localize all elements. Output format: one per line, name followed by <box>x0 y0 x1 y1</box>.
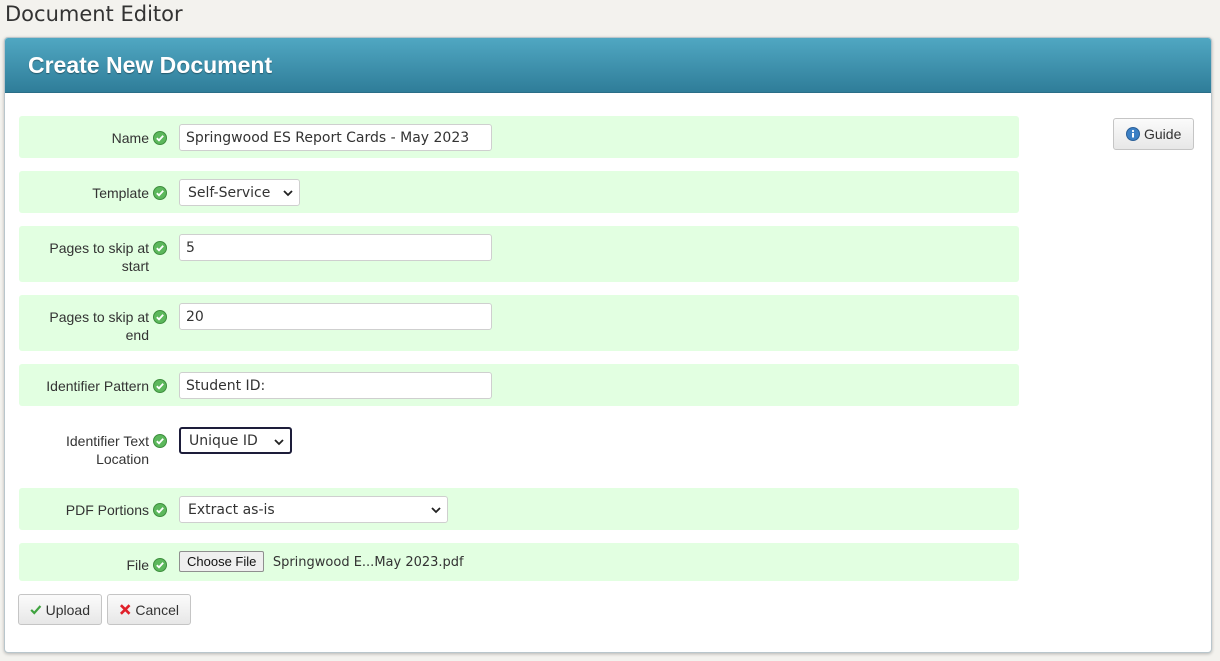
template-value: Self-Service <box>188 184 271 201</box>
panel-title: Create New Document <box>28 51 273 78</box>
pdf-portions-label: PDF Portions <box>65 502 149 518</box>
identifier-location-value: Unique ID <box>189 432 258 449</box>
template-select[interactable]: Self-Service <box>179 179 300 206</box>
file-row: File Choose File Springwood E...May 2023… <box>19 543 1019 581</box>
check-circle-icon <box>153 558 167 572</box>
identifier-pattern-label: Identifier Pattern <box>46 378 149 394</box>
name-row: Name <box>19 116 1019 158</box>
identifier-location-row: Identifier Text Location Unique ID <box>19 419 1019 475</box>
upload-label: Upload <box>45 601 90 618</box>
check-circle-icon <box>153 241 167 255</box>
check-circle-icon <box>153 434 167 448</box>
cancel-button[interactable]: Cancel <box>107 594 191 625</box>
skip-start-row: Pages to skip at start <box>19 226 1019 282</box>
name-input[interactable] <box>179 124 492 151</box>
pdf-portions-row: PDF Portions Extract as-is <box>19 488 1019 530</box>
identifier-location-label: Identifier Text Location <box>65 433 149 467</box>
chevron-down-icon <box>431 507 441 514</box>
skip-start-label: Pages to skip at start <box>49 240 149 274</box>
choose-file-button[interactable]: Choose File <box>179 551 265 572</box>
pdf-portions-value: Extract as-is <box>188 501 275 518</box>
skip-end-label: Pages to skip at end <box>49 309 149 343</box>
skip-end-row: Pages to skip at end <box>19 295 1019 351</box>
skip-end-input[interactable] <box>179 303 492 330</box>
upload-button[interactable]: Upload <box>18 594 102 625</box>
check-circle-icon <box>153 186 167 200</box>
template-row: Template Self-Service <box>19 171 1019 213</box>
guide-button[interactable]: Guide <box>1113 118 1195 150</box>
check-circle-icon <box>153 503 167 517</box>
name-label: Name <box>111 130 149 146</box>
create-document-panel: Create New Document Guide Name Template … <box>4 37 1212 653</box>
panel-header: Create New Document <box>5 38 1211 93</box>
skip-start-input[interactable] <box>179 234 492 261</box>
guide-label: Guide <box>1144 126 1182 142</box>
x-icon <box>119 604 131 615</box>
file-label: File <box>126 557 149 573</box>
info-icon <box>1126 127 1140 141</box>
cancel-label: Cancel <box>135 601 179 618</box>
identifier-pattern-row: Identifier Pattern <box>19 364 1019 406</box>
check-circle-icon <box>153 131 167 145</box>
identifier-pattern-input[interactable] <box>179 372 492 399</box>
chevron-down-icon <box>283 190 293 197</box>
selected-file-name: Springwood E...May 2023.pdf <box>272 555 464 570</box>
check-circle-icon <box>153 379 167 393</box>
check-circle-icon <box>153 310 167 324</box>
file-picker: Choose File Springwood E...May 2023.pdf <box>179 551 464 572</box>
app-title: Document Editor <box>5 2 183 26</box>
chevron-down-icon <box>274 439 284 446</box>
template-label: Template <box>92 185 149 201</box>
identifier-location-select[interactable]: Unique ID <box>179 427 292 454</box>
pdf-portions-select[interactable]: Extract as-is <box>179 496 448 523</box>
checkmark-icon <box>30 605 42 615</box>
